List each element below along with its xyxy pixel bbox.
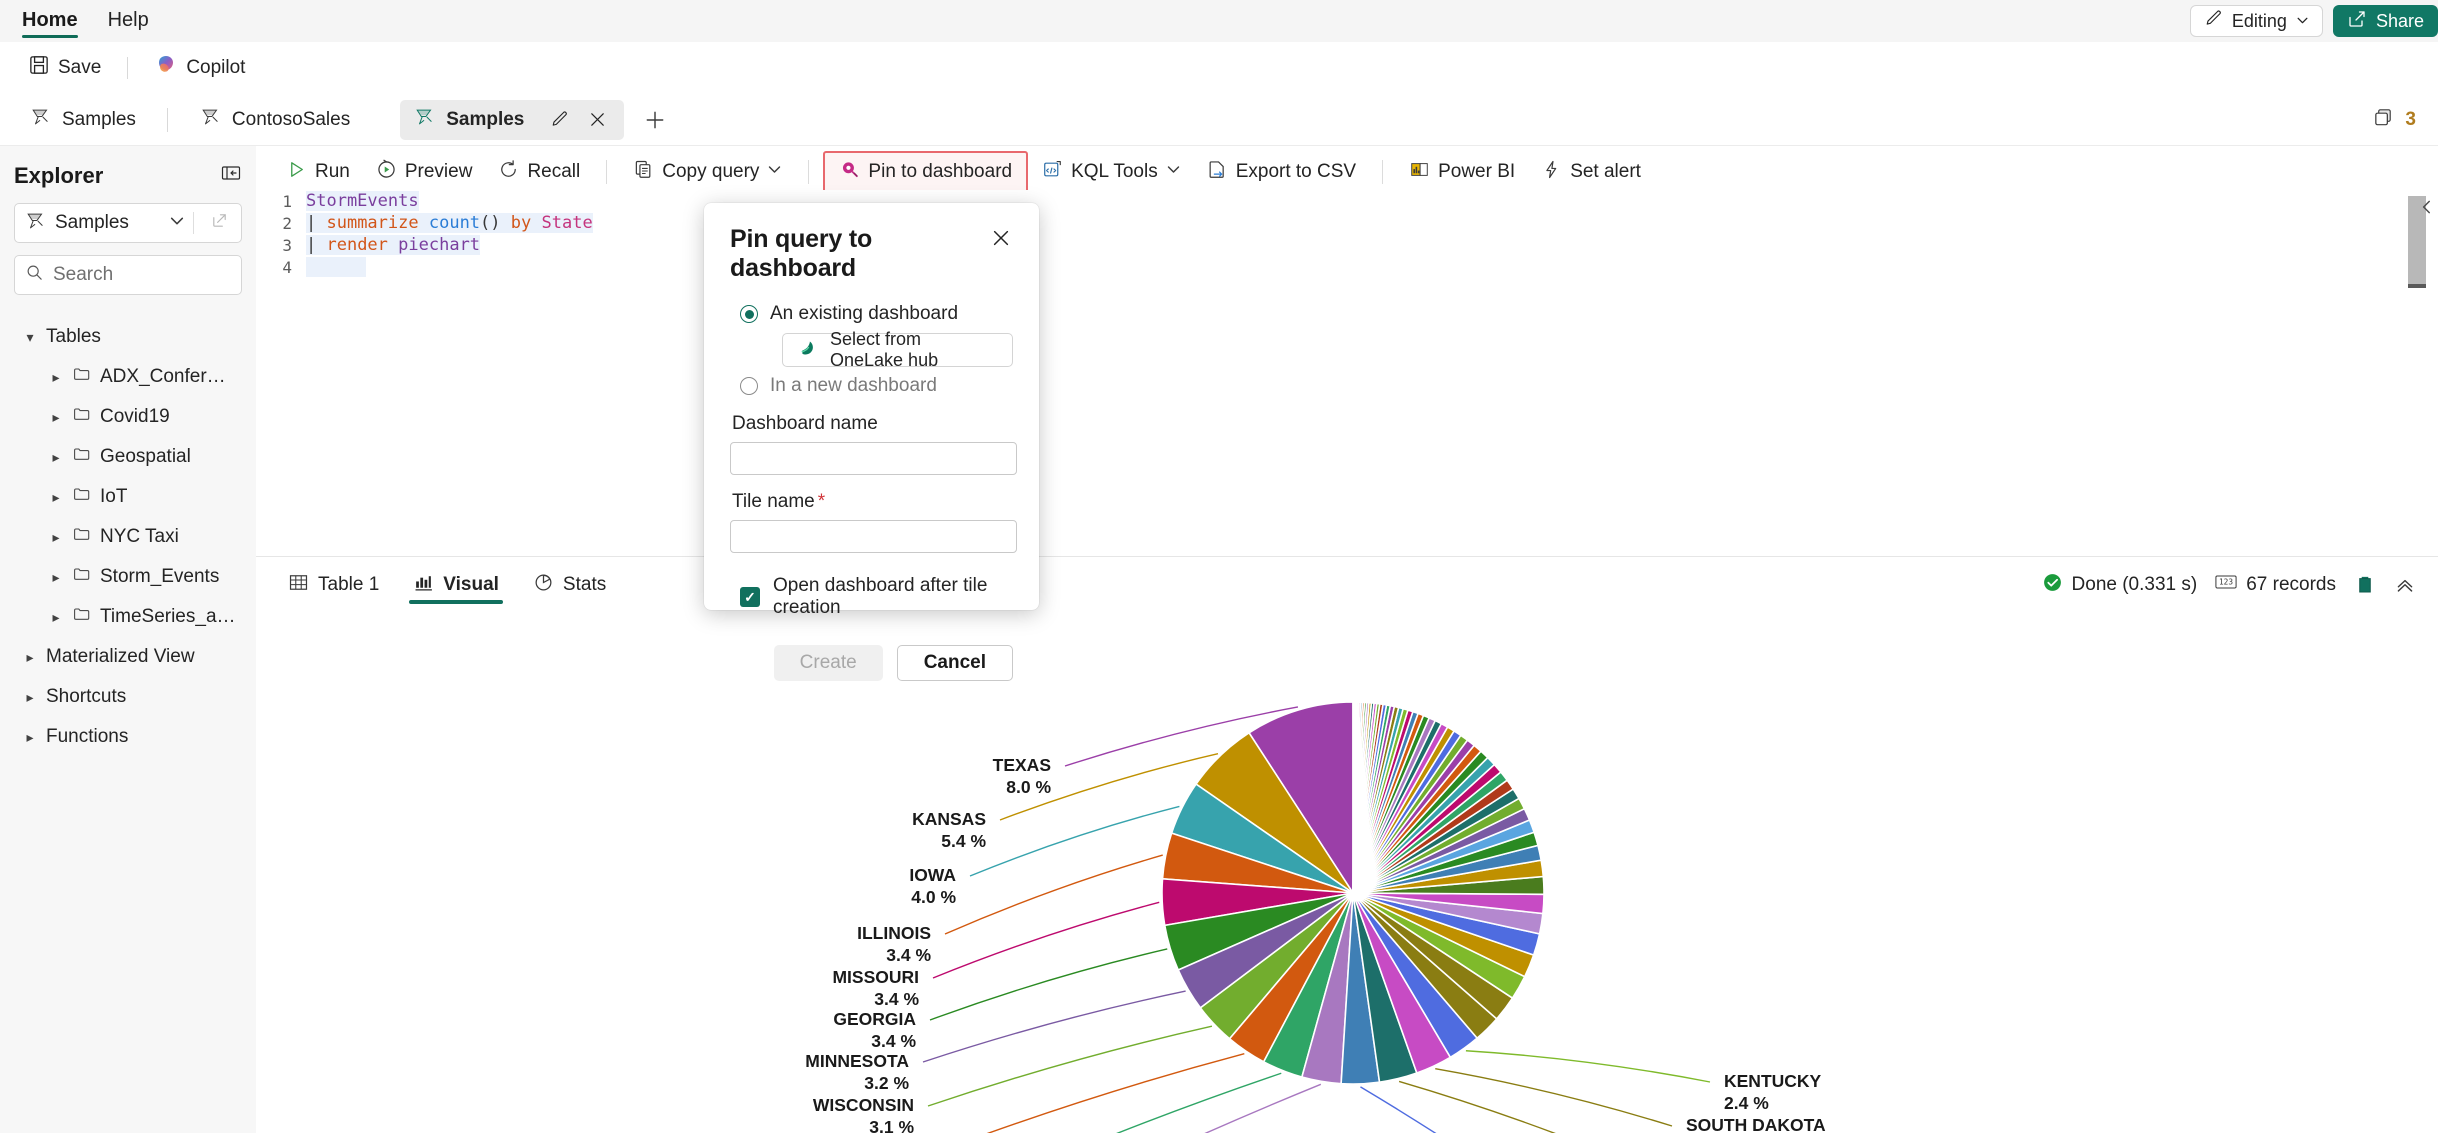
- select-from-onelake-hub-button[interactable]: Select from OneLake hub: [782, 333, 1013, 367]
- tile-name-label: Tile name*: [732, 491, 1013, 513]
- cancel-button[interactable]: Cancel: [897, 645, 1013, 681]
- dashboard-name-input[interactable]: [730, 442, 1017, 475]
- tile-name-label-text: Tile name: [732, 491, 815, 512]
- app-root: Home Help Editing Share: [0, 0, 2438, 1133]
- onelake-button-label: Select from OneLake hub: [830, 329, 996, 371]
- dialog-actions: Create Cancel: [730, 645, 1013, 681]
- open-dashboard-checkbox-row[interactable]: ✓ Open dashboard after tile creation: [740, 575, 1013, 619]
- dashboard-name-label: Dashboard name: [732, 413, 1013, 435]
- radio-new-dashboard[interactable]: In a new dashboard: [730, 375, 1013, 397]
- radio-existing-dashboard-label: An existing dashboard: [770, 303, 958, 325]
- close-icon[interactable]: [989, 225, 1013, 251]
- dialog-title: Pin query to dashboard: [730, 225, 989, 283]
- radio-existing-dashboard[interactable]: An existing dashboard: [730, 303, 1013, 325]
- dialog-header: Pin query to dashboard: [730, 225, 1013, 283]
- onelake-icon: [799, 338, 819, 363]
- required-asterisk: *: [818, 491, 825, 512]
- open-dashboard-checkbox-label: Open dashboard after tile creation: [773, 575, 1013, 619]
- radio-new-dashboard-label: In a new dashboard: [770, 375, 937, 397]
- radio-existing-dashboard-input[interactable]: [740, 305, 758, 323]
- modal-overlay: [0, 0, 2438, 1133]
- create-button[interactable]: Create: [774, 645, 883, 681]
- radio-new-dashboard-input[interactable]: [740, 377, 758, 395]
- open-dashboard-checkbox[interactable]: ✓: [740, 587, 760, 607]
- pin-to-dashboard-dialog: Pin query to dashboard An existing dashb…: [704, 203, 1039, 610]
- tile-name-input[interactable]: [730, 520, 1017, 553]
